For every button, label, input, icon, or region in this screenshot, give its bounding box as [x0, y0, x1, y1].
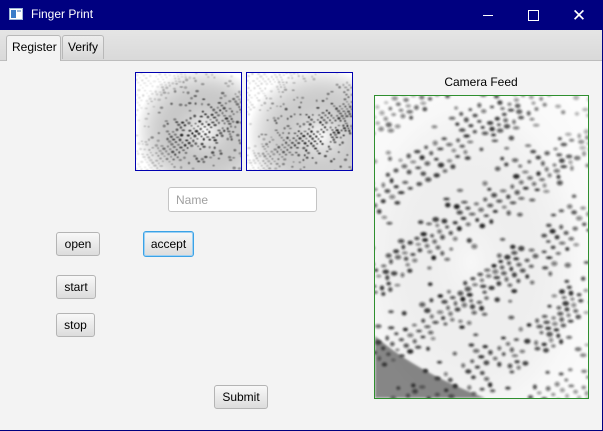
tab-verify[interactable]: Verify: [62, 35, 104, 59]
tab-register[interactable]: Register: [6, 35, 61, 61]
maximize-icon: [527, 9, 539, 21]
window-content: Register Verify Name open accept start s…: [0, 30, 603, 430]
camera-feed-label: Camera Feed: [444, 75, 518, 89]
fingerprint-image-1: [136, 73, 241, 170]
close-button[interactable]: ✕: [556, 0, 602, 30]
submit-button[interactable]: Submit: [214, 385, 268, 409]
fingerprint-image-2: [247, 73, 352, 170]
minimize-icon: [483, 14, 493, 16]
camera-feed-image: [375, 96, 588, 398]
fingerprint-thumbnail-2: [246, 72, 353, 171]
camera-feed: [374, 95, 589, 399]
accept-button[interactable]: accept: [143, 231, 194, 257]
window-title: Finger Print: [31, 7, 94, 21]
fingerprint-thumbnail-1: [135, 72, 242, 171]
stop-button[interactable]: stop: [56, 313, 95, 337]
maximize-button[interactable]: [510, 0, 556, 30]
tab-bar: Register Verify: [0, 30, 602, 61]
close-icon: ✕: [571, 5, 587, 25]
name-input[interactable]: [168, 187, 317, 212]
app-icon: [9, 8, 23, 20]
minimize-button[interactable]: [465, 0, 511, 30]
title-bar: Finger Print ✕: [0, 0, 603, 30]
start-button[interactable]: start: [56, 275, 96, 299]
open-button[interactable]: open: [56, 232, 100, 256]
